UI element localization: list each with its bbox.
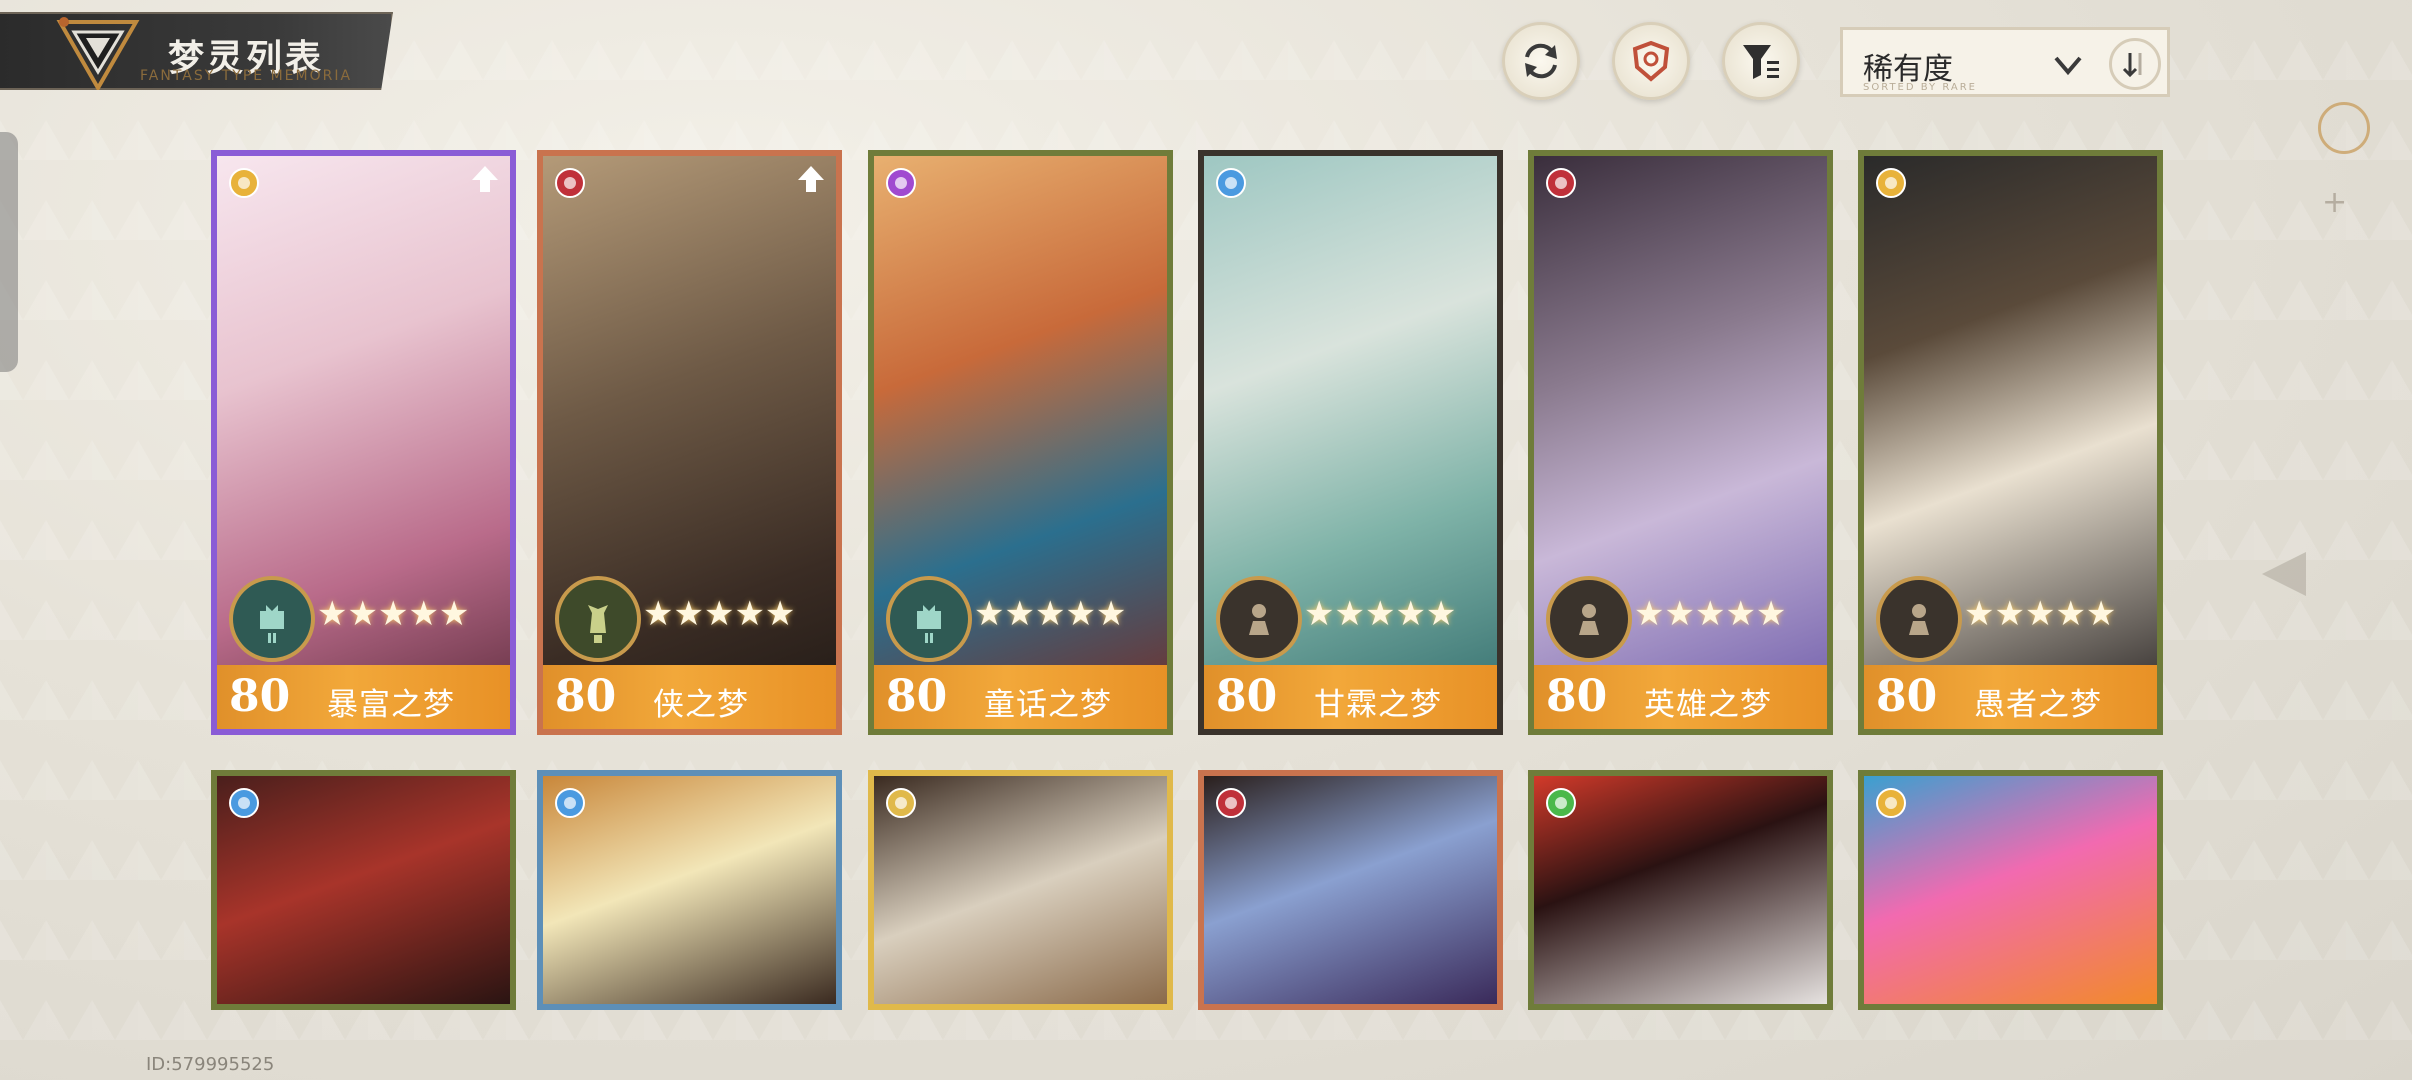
class-badge-icon [1876, 576, 1962, 662]
rarity-stars-text: ★★★★★ [974, 594, 1127, 634]
element-icon [1542, 164, 1580, 202]
character-name: 童话之梦 [984, 687, 1112, 723]
decorative-cross: + [2322, 185, 2348, 220]
sort-sublabel: SORTED BY RARE [1863, 82, 1977, 93]
element-icon [1872, 784, 1910, 822]
class-badge-icon [555, 576, 641, 662]
rarity-stars-text: ★★★★★ [1964, 594, 2117, 634]
rarity-stars-text: ★★★★★ [317, 594, 470, 634]
level-text: 80 [1216, 671, 1278, 722]
element-icon [225, 164, 263, 202]
character-card[interactable] [211, 770, 516, 1010]
rarity-stars: ★★★★★ [1304, 596, 1456, 632]
card-name-bar: 80 童话之梦 [874, 665, 1167, 729]
upgrade-arrow-icon [468, 162, 502, 196]
level-text: 80 [886, 671, 948, 722]
class-badge-icon [1546, 576, 1632, 662]
side-drawer-handle[interactable] [0, 132, 18, 372]
rarity-stars-text: ★★★★★ [1634, 594, 1787, 634]
chevron-down-icon [2054, 56, 2082, 76]
sort-order-button[interactable] [2109, 38, 2161, 90]
page-subtitle: FANTASY TYPE MEMORIA [140, 68, 353, 84]
decorative-ring [2318, 102, 2370, 154]
level-text: 80 [1546, 671, 1608, 722]
character-name: 侠之梦 [653, 687, 749, 723]
sort-dropdown[interactable]: 稀有度 SORTED BY RARE [1840, 27, 2170, 97]
class-badge-icon [886, 576, 972, 662]
character-card[interactable]: ★★★★★ 80 童话之梦 [868, 150, 1173, 735]
card-name-bar: 80 侠之梦 [543, 665, 836, 729]
character-name: 英雄之梦 [1644, 687, 1772, 723]
card-name-bar: 80 暴富之梦 [217, 665, 510, 729]
character-card[interactable] [1198, 770, 1503, 1010]
element-icon [225, 784, 263, 822]
rarity-stars: ★★★★★ [317, 596, 469, 632]
character-card[interactable] [1528, 770, 1833, 1010]
filter-button[interactable] [1722, 22, 1800, 100]
element-icon [1872, 164, 1910, 202]
level-text: 80 [1876, 671, 1938, 722]
sort-order-icon [2122, 53, 2142, 78]
element-icon [1212, 164, 1250, 202]
rarity-stars: ★★★★★ [1964, 596, 2116, 632]
character-name: 暴富之梦 [327, 687, 455, 723]
element-icon [882, 784, 920, 822]
page-title-badge: 梦灵列表 FANTASY TYPE MEMORIA [0, 12, 393, 90]
element-icon [1542, 784, 1580, 822]
character-card[interactable]: ★★★★★ 80 愚者之梦 [1858, 150, 2163, 735]
player-id: ID:579995525 [146, 1054, 275, 1075]
character-card[interactable] [868, 770, 1173, 1010]
decorative-triangle [2262, 552, 2306, 596]
level-text: 80 [229, 671, 291, 722]
rarity-stars-text: ★★★★★ [643, 594, 796, 634]
element-icon [551, 784, 589, 822]
character-card[interactable] [537, 770, 842, 1010]
rarity-stars: ★★★★★ [643, 596, 795, 632]
rarity-stars: ★★★★★ [974, 596, 1126, 632]
character-card[interactable]: ★★★★★ 80 英雄之梦 [1528, 150, 1833, 735]
logo-emblem-icon [56, 17, 140, 90]
rarity-stars-text: ★★★★★ [1304, 594, 1457, 634]
character-card[interactable]: ★★★★★ 80 侠之梦 [537, 150, 842, 735]
filter-icon [1743, 45, 1779, 79]
card-name-bar: 80 愚者之梦 [1864, 665, 2157, 729]
character-name: 甘霖之梦 [1314, 687, 1442, 723]
card-name-bar: 80 英雄之梦 [1534, 665, 1827, 729]
class-badge-icon [229, 576, 315, 662]
class-badge-icon [1216, 576, 1302, 662]
character-card[interactable]: ★★★★★ 80 暴富之梦 [211, 150, 516, 735]
element-icon [551, 164, 589, 202]
element-icon [882, 164, 920, 202]
rarity-stars: ★★★★★ [1634, 596, 1786, 632]
card-name-bar: 80 甘霖之梦 [1204, 665, 1497, 729]
shield-icon [1632, 40, 1670, 82]
character-card[interactable] [1858, 770, 2163, 1010]
refresh-icon [1525, 43, 1557, 79]
character-card[interactable]: ★★★★★ 80 甘霖之梦 [1198, 150, 1503, 735]
element-icon [1212, 784, 1250, 822]
character-name: 愚者之梦 [1974, 687, 2102, 723]
upgrade-arrow-icon [794, 162, 828, 196]
level-text: 80 [555, 671, 617, 722]
refresh-button[interactable] [1502, 22, 1580, 100]
shield-button[interactable] [1612, 22, 1690, 100]
